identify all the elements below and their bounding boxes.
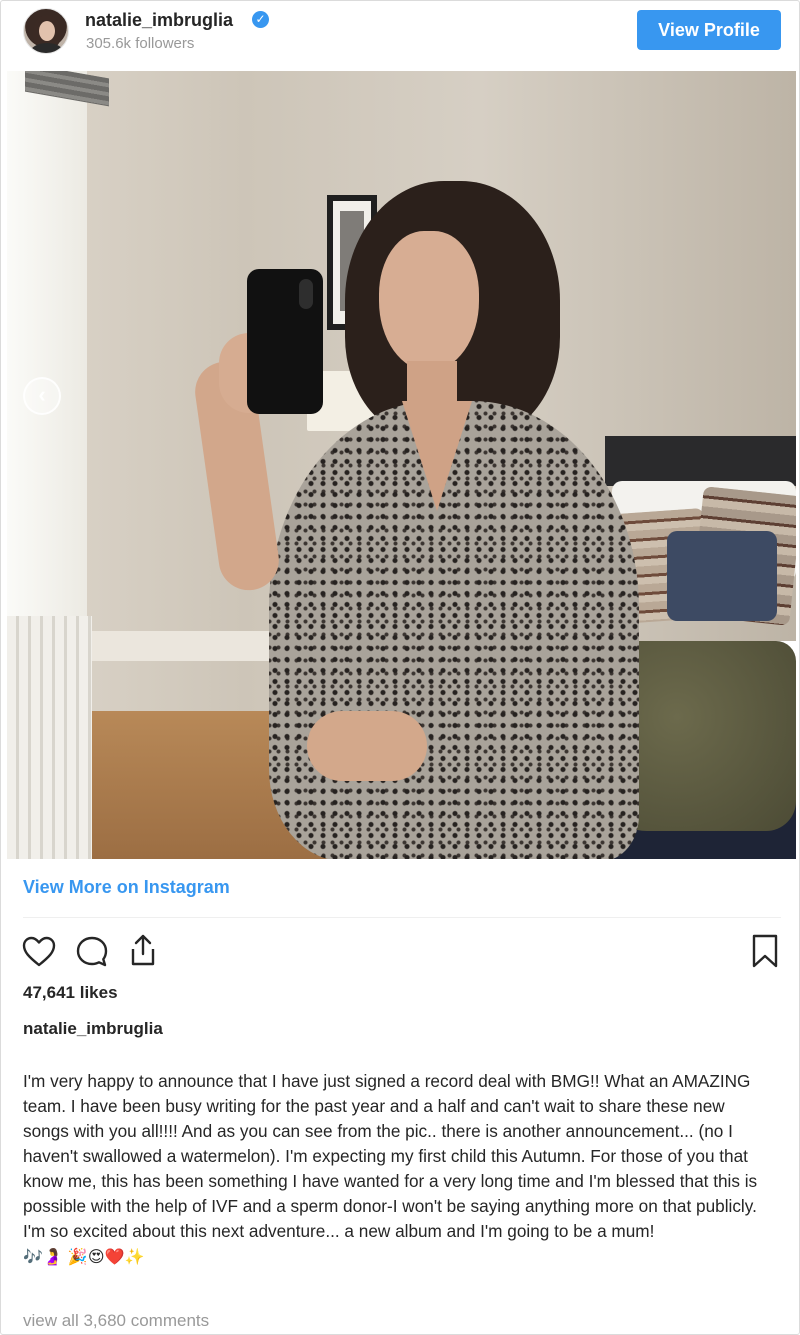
view-profile-button[interactable]: View Profile [637, 10, 781, 50]
verified-badge-icon: ✓ [252, 11, 269, 28]
bookmark-icon[interactable] [747, 933, 783, 969]
divider [23, 917, 781, 918]
view-more-link[interactable]: View More on Instagram [23, 877, 230, 898]
like-count[interactable]: 47,641 likes [23, 983, 118, 1003]
view-comments-link[interactable]: view all 3,680 comments [23, 1311, 209, 1331]
caption-emojis: 🎶🤰 🎉😍❤️✨ [23, 1247, 145, 1266]
share-icon[interactable] [125, 932, 161, 968]
caption-text: I'm very happy to announce that I have j… [23, 1069, 773, 1269]
caption-username-link[interactable]: natalie_imbruglia [23, 1019, 163, 1039]
avatar[interactable] [23, 8, 69, 54]
heart-icon[interactable] [21, 934, 57, 970]
chevron-left-icon[interactable]: ‹ [23, 377, 61, 415]
instagram-embed: natalie_imbruglia ✓ 305.6k followers Vie… [0, 0, 800, 1335]
follower-count: 305.6k followers [86, 35, 195, 52]
comment-icon[interactable] [74, 934, 110, 970]
post-header: natalie_imbruglia ✓ 305.6k followers Vie… [1, 1, 800, 67]
caption-body: I'm very happy to announce that I have j… [23, 1071, 758, 1241]
username-link[interactable]: natalie_imbruglia [85, 10, 233, 31]
post-image[interactable] [7, 71, 796, 859]
